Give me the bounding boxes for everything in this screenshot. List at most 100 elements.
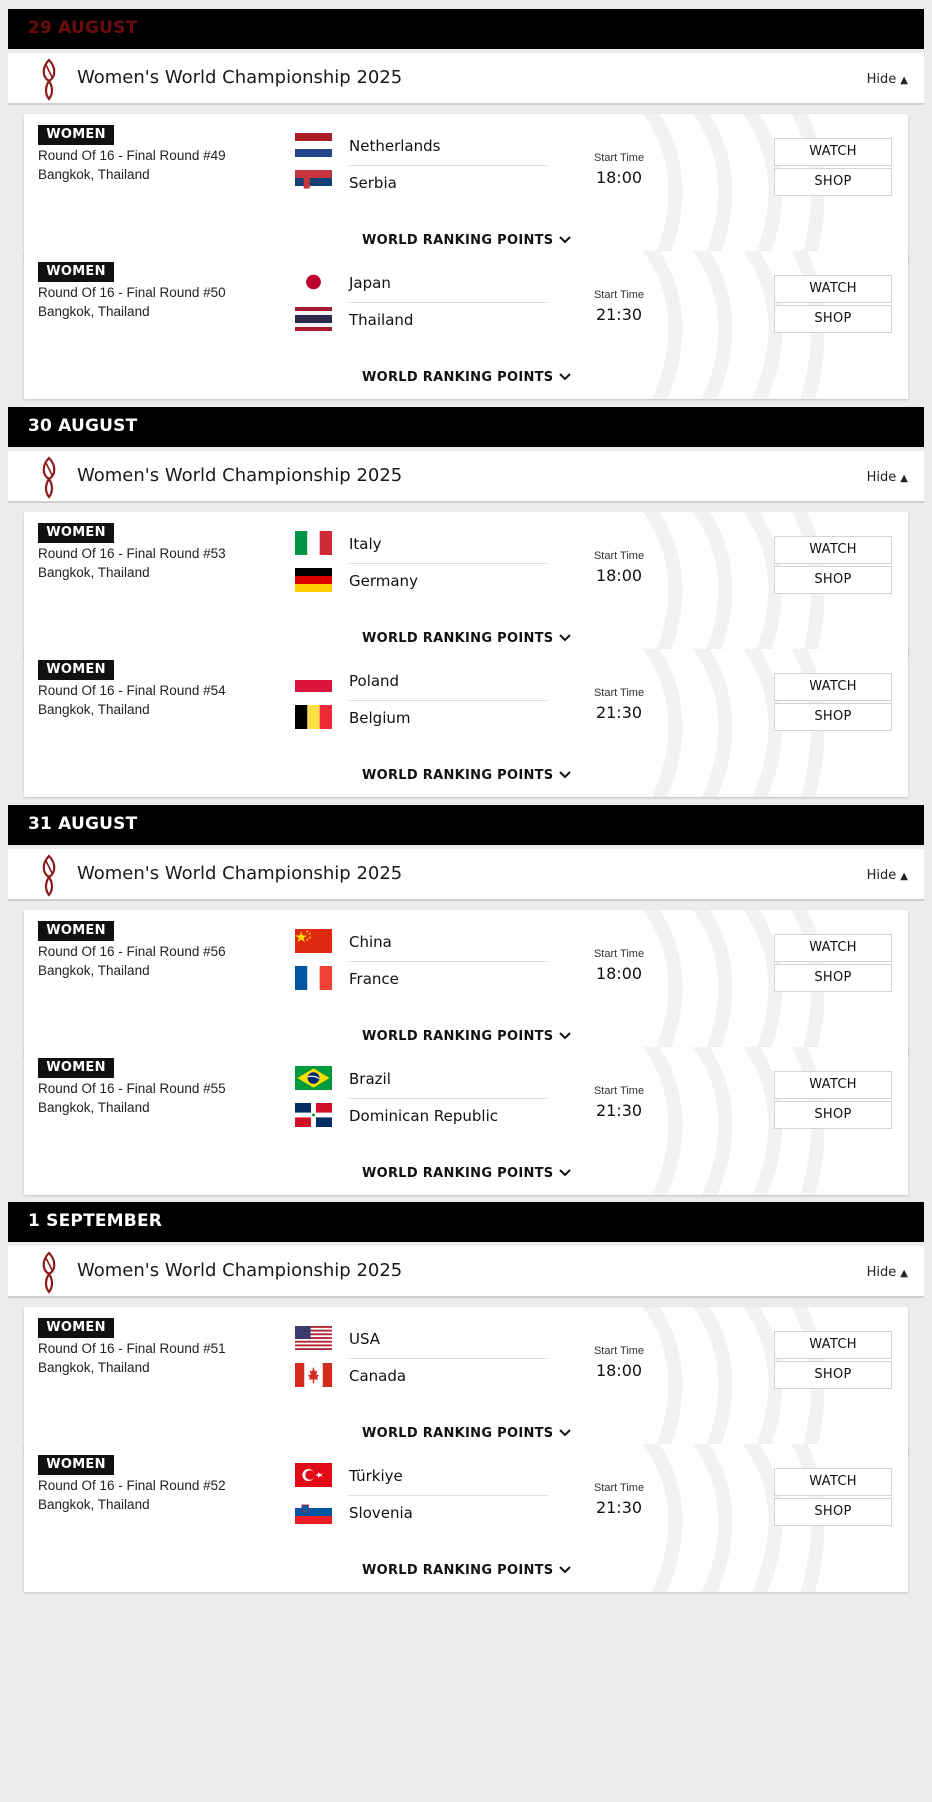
world-ranking-points-toggle[interactable]: WORLD RANKING POINTS — [362, 1166, 572, 1181]
match-venue: Bangkok, Thailand — [38, 1360, 150, 1375]
competition-header: Women's World Championship 2025 Hide ▲ — [8, 1246, 924, 1298]
day-heading: 29 AUGUST — [8, 9, 924, 49]
watch-button[interactable]: WATCH — [774, 1331, 892, 1359]
flag-thailand-icon — [295, 307, 332, 331]
flag-japan-icon — [295, 270, 332, 294]
match-card: WOMEN Round Of 16 - Final Round #50 Bang… — [24, 251, 908, 399]
chevron-down-icon — [559, 1029, 572, 1044]
hide-toggle[interactable]: Hide ▲ — [867, 470, 908, 485]
world-ranking-points-toggle[interactable]: WORLD RANKING POINTS — [362, 1426, 572, 1441]
match-round: Round Of 16 - Final Round #56 — [38, 944, 226, 959]
day-heading: 1 SEPTEMBER — [8, 1202, 924, 1242]
start-time-label: Start Time — [593, 687, 645, 699]
match-venue: Bangkok, Thailand — [38, 1100, 150, 1115]
world-ranking-points-toggle[interactable]: WORLD RANKING POINTS — [362, 1029, 572, 1044]
team1-name: USA — [349, 1330, 381, 1348]
flag-serbia-icon — [295, 170, 332, 194]
volleyball-federation-logo-icon — [42, 58, 56, 101]
match-venue: Bangkok, Thailand — [38, 963, 150, 978]
match-venue: Bangkok, Thailand — [38, 1497, 150, 1512]
watch-button[interactable]: WATCH — [774, 934, 892, 962]
start-time-value: 18:00 — [595, 1361, 643, 1380]
flag-slovenia-icon — [295, 1500, 332, 1524]
flag-canada-icon — [295, 1363, 332, 1387]
match-card: WOMEN Round Of 16 - Final Round #54 Bang… — [24, 649, 908, 797]
shop-button[interactable]: SHOP — [774, 168, 892, 196]
shop-button[interactable]: SHOP — [774, 964, 892, 992]
day-label: 30 AUGUST — [28, 416, 138, 436]
team2-name: France — [349, 970, 399, 988]
shop-button[interactable]: SHOP — [774, 1498, 892, 1526]
match-venue: Bangkok, Thailand — [38, 702, 150, 717]
team1-name: Japan — [349, 274, 391, 292]
competition-title: Women's World Championship 2025 — [77, 863, 403, 884]
chevron-up-icon: ▲ — [900, 473, 908, 484]
hide-toggle[interactable]: Hide ▲ — [867, 72, 908, 87]
start-time-label: Start Time — [593, 1345, 645, 1357]
category-badge: WOMEN — [38, 1455, 114, 1475]
start-time-label: Start Time — [593, 948, 645, 960]
hide-toggle[interactable]: Hide ▲ — [867, 1265, 908, 1280]
competition-header: Women's World Championship 2025 Hide ▲ — [8, 849, 924, 901]
team2-name: Thailand — [349, 311, 414, 329]
match-venue: Bangkok, Thailand — [38, 565, 150, 580]
flag-germany-icon — [295, 568, 332, 592]
start-time-label: Start Time — [593, 152, 645, 164]
team2-name: Germany — [349, 572, 418, 590]
watch-button[interactable]: WATCH — [774, 1071, 892, 1099]
world-ranking-points-label: WORLD RANKING POINTS — [362, 1563, 554, 1578]
team-divider — [349, 1358, 547, 1359]
match-card: WOMEN Round Of 16 - Final Round #51 Bang… — [24, 1307, 908, 1455]
world-ranking-points-toggle[interactable]: WORLD RANKING POINTS — [362, 233, 572, 248]
start-time-value: 21:30 — [595, 305, 643, 324]
match-card: WOMEN Round Of 16 - Final Round #53 Bang… — [24, 512, 908, 660]
world-ranking-points-toggle[interactable]: WORLD RANKING POINTS — [362, 1563, 572, 1578]
shop-button[interactable]: SHOP — [774, 305, 892, 333]
match-round: Round Of 16 - Final Round #49 — [38, 148, 226, 163]
chevron-down-icon — [559, 1563, 572, 1578]
category-badge: WOMEN — [38, 262, 114, 282]
flag-france-icon — [295, 966, 332, 990]
team1-name: Türkiye — [349, 1467, 403, 1485]
watch-button[interactable]: WATCH — [774, 1468, 892, 1496]
shop-button[interactable]: SHOP — [774, 566, 892, 594]
world-ranking-points-label: WORLD RANKING POINTS — [362, 1029, 554, 1044]
world-ranking-points-toggle[interactable]: WORLD RANKING POINTS — [362, 370, 572, 385]
watch-button[interactable]: WATCH — [774, 673, 892, 701]
category-badge: WOMEN — [38, 660, 114, 680]
hide-label: Hide — [866, 72, 897, 87]
shop-button[interactable]: SHOP — [774, 703, 892, 731]
start-time-value: 21:30 — [595, 703, 643, 722]
day-label: 1 SEPTEMBER — [28, 1211, 163, 1231]
start-time-value: 18:00 — [595, 168, 643, 187]
category-badge: WOMEN — [38, 1058, 114, 1078]
chevron-down-icon — [559, 768, 572, 783]
flag-netherlands-icon — [295, 133, 332, 157]
shop-button[interactable]: SHOP — [774, 1101, 892, 1129]
shop-button[interactable]: SHOP — [774, 1361, 892, 1389]
start-time-value: 18:00 — [595, 964, 643, 983]
team-divider — [349, 563, 547, 564]
world-ranking-points-toggle[interactable]: WORLD RANKING POINTS — [362, 768, 572, 783]
watch-button[interactable]: WATCH — [774, 138, 892, 166]
hide-toggle[interactable]: Hide ▲ — [867, 868, 908, 883]
chevron-down-icon — [559, 370, 572, 385]
watch-button[interactable]: WATCH — [774, 275, 892, 303]
watch-button[interactable]: WATCH — [774, 536, 892, 564]
team-divider — [349, 1495, 547, 1496]
category-badge: WOMEN — [38, 1318, 114, 1338]
start-time-label: Start Time — [593, 550, 645, 562]
team1-name: Poland — [349, 672, 400, 690]
competition-header: Women's World Championship 2025 Hide ▲ — [8, 451, 924, 503]
start-time-value: 21:30 — [595, 1101, 643, 1120]
world-ranking-points-toggle[interactable]: WORLD RANKING POINTS — [362, 631, 572, 646]
match-round: Round Of 16 - Final Round #55 — [38, 1081, 226, 1096]
match-card: WOMEN Round Of 16 - Final Round #56 Bang… — [24, 910, 908, 1058]
hide-label: Hide — [866, 470, 897, 485]
team2-name: Slovenia — [349, 1504, 413, 1522]
world-ranking-points-label: WORLD RANKING POINTS — [362, 233, 554, 248]
world-ranking-points-label: WORLD RANKING POINTS — [362, 1166, 554, 1181]
team2-name: Belgium — [349, 709, 411, 727]
competition-title: Women's World Championship 2025 — [77, 1260, 403, 1281]
team2-name: Canada — [349, 1367, 407, 1385]
